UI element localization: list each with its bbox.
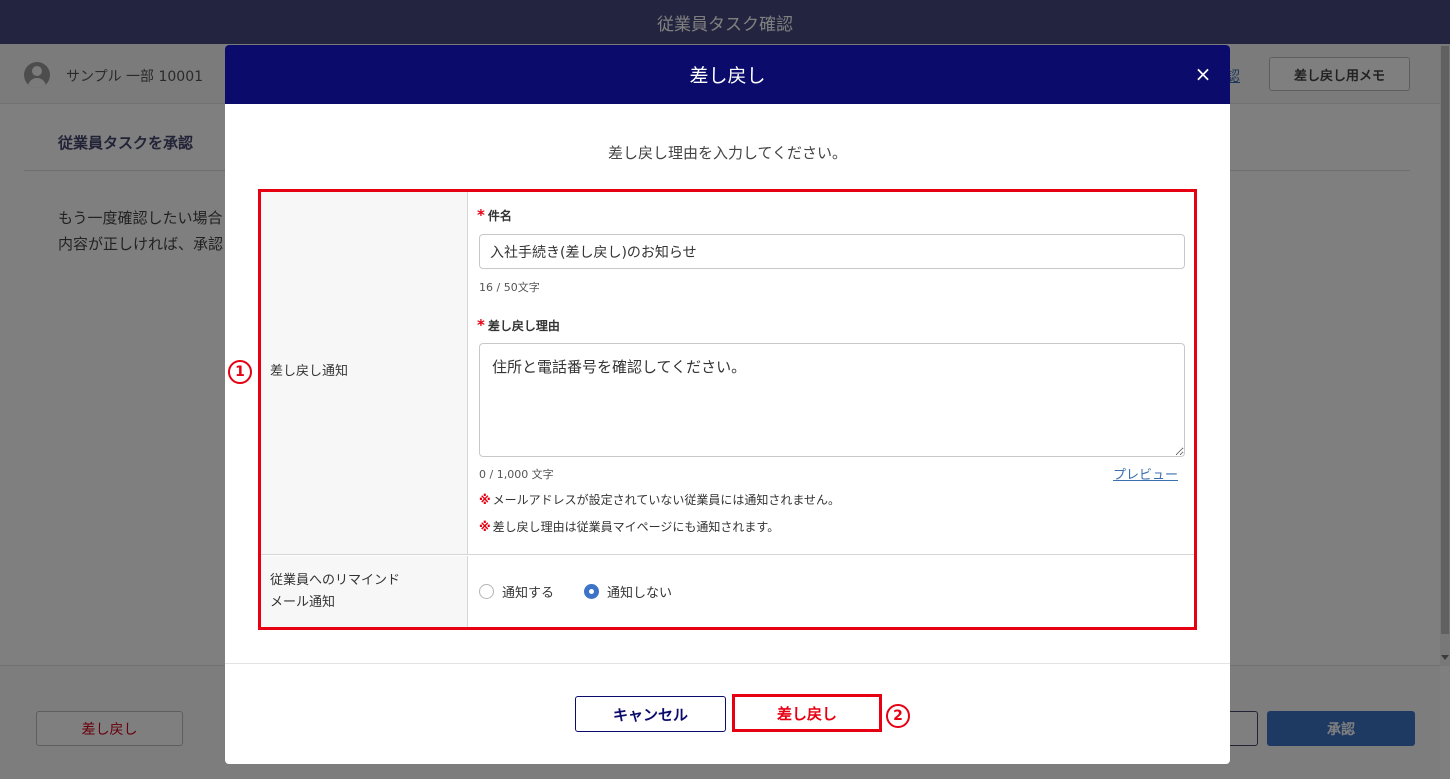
reason-counter: 0 / 1,000 文字	[479, 468, 554, 481]
reject-modal: 差し戻し × 差し戻し理由を入力してください。 差し戻し通知 *件名 16 / …	[225, 45, 1230, 764]
modal-footer-divider	[225, 663, 1230, 664]
step-marker-2: 2	[886, 704, 910, 728]
reason-label-text: 差し戻し理由	[487, 319, 560, 333]
remind-label-line1: 従業員へのリマインド	[270, 573, 401, 588]
notify-label: 差し戻し通知	[270, 364, 349, 379]
submit-reject-button[interactable]: 差し戻し	[732, 694, 882, 732]
cancel-button[interactable]: キャンセル	[575, 696, 726, 732]
subject-label: * 件名	[477, 206, 512, 224]
remind-option-no-notify[interactable]: 通知しない	[584, 582, 672, 601]
modal-instruction: 差し戻し理由を入力してください。	[607, 144, 848, 162]
radio-checked-icon[interactable]	[584, 584, 599, 599]
note-text: 差し戻し理由は従業員マイページにも通知されます。	[492, 520, 780, 534]
preview-link[interactable]: プレビュー	[1113, 464, 1178, 483]
subject-label-text: 件名	[487, 209, 512, 223]
reason-textarea[interactable]: 住所と電話番号を確認してください。	[479, 343, 1185, 457]
remind-row: 従業員へのリマインド メール通知 通知する 通知しない	[261, 556, 1194, 627]
required-mark: *	[477, 206, 485, 224]
reject-form-highlight: 差し戻し通知 *件名 16 / 50文字 *差し戻し理由 住所と電話番号を確認し…	[258, 189, 1197, 630]
note-text: メールアドレスが設定されていない従業員には通知されません。	[492, 493, 840, 507]
subject-counter: 16 / 50文字	[479, 281, 540, 294]
note-mark: ※	[479, 493, 491, 507]
radio-label: 通知する	[502, 586, 555, 601]
notify-row: 差し戻し通知 *件名 16 / 50文字 *差し戻し理由 住所と電話番号を確認し…	[261, 192, 1194, 555]
remind-label-cell: 従業員へのリマインド メール通知	[261, 556, 468, 627]
subject-input[interactable]	[479, 234, 1185, 269]
step-marker-1: 1	[228, 360, 252, 384]
note-mark: ※	[479, 520, 491, 534]
radio-unchecked-icon[interactable]	[479, 584, 494, 599]
note-no-email: ※ メールアドレスが設定されていない従業員には通知されません。	[479, 491, 840, 508]
radio-label: 通知しない	[607, 586, 673, 601]
close-icon[interactable]: ×	[1191, 62, 1215, 86]
notify-label-cell: 差し戻し通知	[261, 192, 468, 554]
remind-label-line2: メール通知	[270, 595, 336, 610]
modal-header: 差し戻し ×	[225, 45, 1230, 104]
modal-title: 差し戻し	[689, 65, 766, 87]
remind-option-notify[interactable]: 通知する	[479, 582, 554, 601]
reason-label: * 差し戻し理由	[477, 316, 560, 334]
note-mypage: ※ 差し戻し理由は従業員マイページにも通知されます。	[479, 518, 779, 535]
required-mark: *	[477, 316, 485, 334]
